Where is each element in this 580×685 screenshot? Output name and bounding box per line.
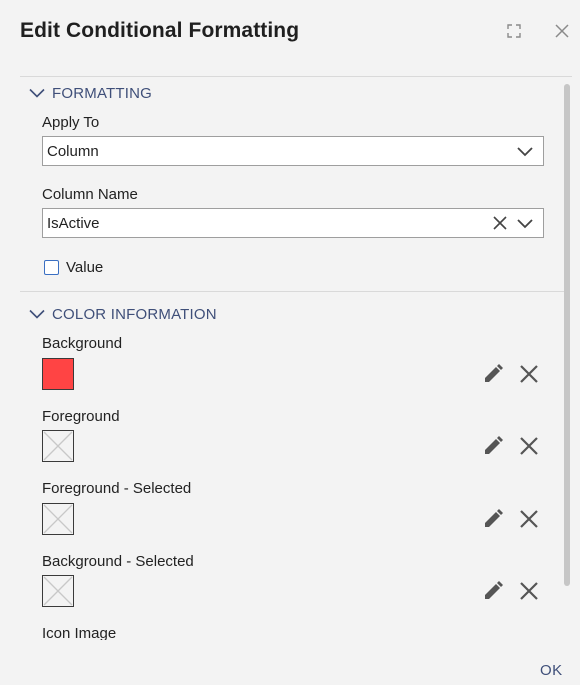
dialog-content: FORMATTING Apply To Column Column Name I… <box>20 77 570 640</box>
edit-icon[interactable] <box>482 435 504 457</box>
chevron-down-icon <box>29 309 45 319</box>
background-selected-color-swatch[interactable] <box>42 575 74 607</box>
close-icon[interactable] <box>553 22 571 40</box>
chevron-down-icon <box>29 88 45 98</box>
foreground-color-label: Foreground <box>42 408 120 425</box>
ok-button[interactable]: OK <box>540 662 563 679</box>
background-color-label: Background <box>42 335 123 352</box>
section-divider <box>20 291 570 292</box>
value-checkbox[interactable] <box>44 260 59 275</box>
foreground-selected-color-swatch[interactable] <box>42 503 74 535</box>
foreground-color-swatch[interactable] <box>42 430 74 462</box>
icon-image-label: Icon Image <box>42 625 117 640</box>
edit-icon[interactable] <box>482 508 504 530</box>
remove-icon[interactable] <box>518 363 540 385</box>
remove-icon[interactable] <box>518 435 540 457</box>
background-selected-color-label: Background - Selected <box>42 553 194 570</box>
column-name-label: Column Name <box>42 186 138 203</box>
empty-color-icon <box>43 431 73 461</box>
apply-to-label: Apply To <box>42 114 100 131</box>
edit-icon[interactable] <box>482 580 504 602</box>
value-checkbox-label: Value <box>66 259 104 276</box>
edit-conditional-formatting-dialog: Edit Conditional Formatting FORMATTING A… <box>0 0 580 685</box>
formatting-section-label: FORMATTING <box>52 84 153 102</box>
apply-to-select[interactable]: Column <box>42 136 544 166</box>
color-information-section-label: COLOR INFORMATION <box>52 305 217 323</box>
column-name-value: IsActive <box>47 214 100 232</box>
empty-color-icon <box>43 576 73 606</box>
chevron-down-icon <box>517 219 533 229</box>
remove-icon[interactable] <box>518 508 540 530</box>
scrollbar[interactable] <box>564 84 570 586</box>
clear-icon[interactable] <box>492 215 508 231</box>
chevron-down-icon <box>517 147 533 157</box>
maximize-icon[interactable] <box>505 22 523 40</box>
background-color-swatch[interactable] <box>42 358 74 390</box>
foreground-selected-color-label: Foreground - Selected <box>42 480 192 497</box>
remove-icon[interactable] <box>518 580 540 602</box>
column-name-select[interactable]: IsActive <box>42 208 544 238</box>
formatting-section-toggle[interactable]: FORMATTING <box>29 83 152 103</box>
color-information-section-toggle[interactable]: COLOR INFORMATION <box>29 304 217 324</box>
empty-color-icon <box>43 504 73 534</box>
edit-icon[interactable] <box>482 363 504 385</box>
apply-to-value: Column <box>47 142 99 160</box>
dialog-title: Edit Conditional Formatting <box>20 19 300 42</box>
value-checkbox-row[interactable]: Value <box>44 259 103 276</box>
